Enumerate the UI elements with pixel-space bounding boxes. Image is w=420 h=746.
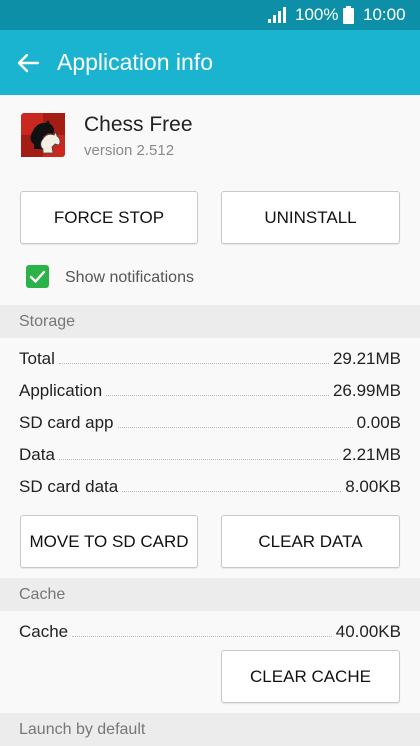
battery-percent: 100% — [295, 5, 339, 24]
storage-row-total: Total 29.21MB — [19, 347, 401, 369]
status-bar: 100% 10:00 — [0, 0, 420, 30]
dotted-leader — [58, 363, 329, 364]
cache-row: Cache 40.00KB — [19, 620, 401, 642]
app-info-content: Chess Free version 2.512 FORCE STOP UNIN… — [0, 95, 420, 746]
storage-label: Total — [19, 349, 55, 368]
storage-header: Storage — [0, 305, 420, 338]
show-notifications-label: Show notifications — [65, 269, 194, 286]
launch-by-default-header: Launch by default — [0, 713, 420, 746]
force-stop-button[interactable]: FORCE STOP — [20, 191, 198, 244]
dotted-leader — [58, 459, 339, 460]
storage-label: Application — [19, 381, 103, 400]
show-notifications-checkbox[interactable] — [26, 265, 49, 288]
dotted-leader — [106, 395, 329, 396]
app-bar: Application info — [0, 30, 420, 95]
battery-icon — [343, 6, 354, 24]
cache-header-label: Cache — [19, 586, 66, 603]
storage-label: SD card data — [19, 477, 119, 496]
storage-value: 29.21MB — [332, 349, 401, 368]
dotted-leader — [117, 427, 353, 428]
page-title: Application info — [57, 49, 213, 75]
storage-row-sd-card-data: SD card data 8.00KB — [19, 475, 401, 497]
signal-icon — [268, 7, 286, 23]
storage-value: 0.00B — [356, 413, 401, 432]
storage-row-application: Application 26.99MB — [19, 379, 401, 401]
app-version: version 2.512 — [84, 142, 175, 159]
clock: 10:00 — [363, 5, 406, 24]
storage-label: Data — [19, 445, 55, 464]
storage-value: 8.00KB — [345, 477, 401, 496]
chess-app-icon — [21, 113, 65, 157]
cache-header: Cache — [0, 578, 420, 611]
storage-row-data: Data 2.21MB — [19, 443, 401, 465]
storage-value: 26.99MB — [332, 381, 401, 400]
clear-cache-button[interactable]: CLEAR CACHE — [221, 650, 400, 703]
storage-value: 2.21MB — [342, 445, 401, 464]
storage-row-sd-card-app: SD card app 0.00B — [19, 411, 401, 433]
clear-data-button[interactable]: CLEAR DATA — [221, 515, 400, 568]
checkmark-icon — [29, 270, 46, 283]
move-to-sd-card-button[interactable]: MOVE TO SD CARD — [20, 515, 198, 568]
dotted-leader — [72, 636, 332, 637]
uninstall-button[interactable]: UNINSTALL — [221, 191, 400, 244]
storage-label: SD card app — [19, 413, 114, 432]
cache-value: 40.00KB — [335, 622, 401, 641]
app-name: Chess Free — [84, 113, 193, 136]
launch-by-default-label: Launch by default — [19, 721, 146, 738]
cache-label: Cache — [19, 622, 69, 641]
storage-header-label: Storage — [19, 313, 76, 330]
back-arrow-icon[interactable] — [14, 49, 42, 77]
dotted-leader — [122, 491, 342, 492]
